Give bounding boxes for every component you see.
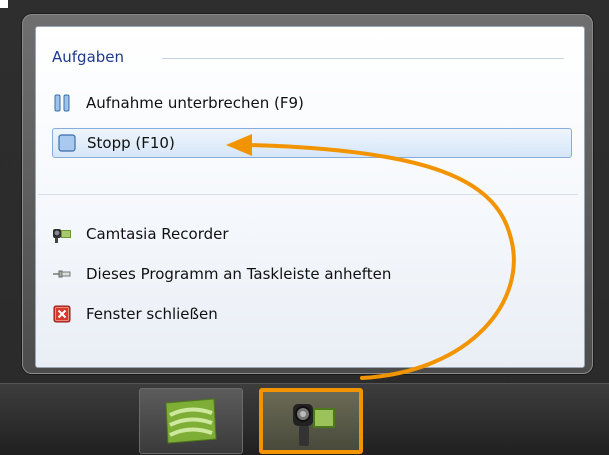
divider bbox=[38, 194, 578, 195]
task-label: Aufnahme unterbrechen (F9) bbox=[86, 94, 304, 112]
close-window-icon bbox=[52, 304, 72, 324]
pin-icon bbox=[52, 264, 72, 284]
section-title-tasks: Aufgaben bbox=[52, 48, 125, 66]
camtasia-recorder-icon bbox=[52, 224, 72, 244]
section-rule bbox=[162, 58, 564, 59]
camtasia-studio-icon bbox=[162, 397, 220, 449]
corner bbox=[0, 0, 8, 8]
task-pause-recording[interactable]: Aufnahme unterbrechen (F9) bbox=[52, 88, 572, 118]
item-label: Dieses Programm an Taskleiste anheften bbox=[86, 265, 392, 283]
stop-icon bbox=[57, 133, 77, 153]
task-stop[interactable]: Stopp (F10) bbox=[52, 128, 572, 158]
pause-icon bbox=[52, 93, 72, 113]
camtasia-recorder-icon bbox=[289, 396, 339, 454]
item-close-window[interactable]: Fenster schließen bbox=[52, 299, 572, 329]
taskbar-button-camtasia-studio[interactable] bbox=[139, 388, 243, 454]
task-label: Stopp (F10) bbox=[87, 134, 175, 152]
item-label: Fenster schließen bbox=[86, 305, 218, 323]
item-pin-to-taskbar[interactable]: Dieses Programm an Taskleiste anheften bbox=[52, 259, 572, 289]
item-camtasia-recorder[interactable]: Camtasia Recorder bbox=[52, 219, 572, 249]
item-label: Camtasia Recorder bbox=[86, 225, 229, 243]
taskbar-button-camtasia-recorder[interactable] bbox=[259, 388, 363, 454]
